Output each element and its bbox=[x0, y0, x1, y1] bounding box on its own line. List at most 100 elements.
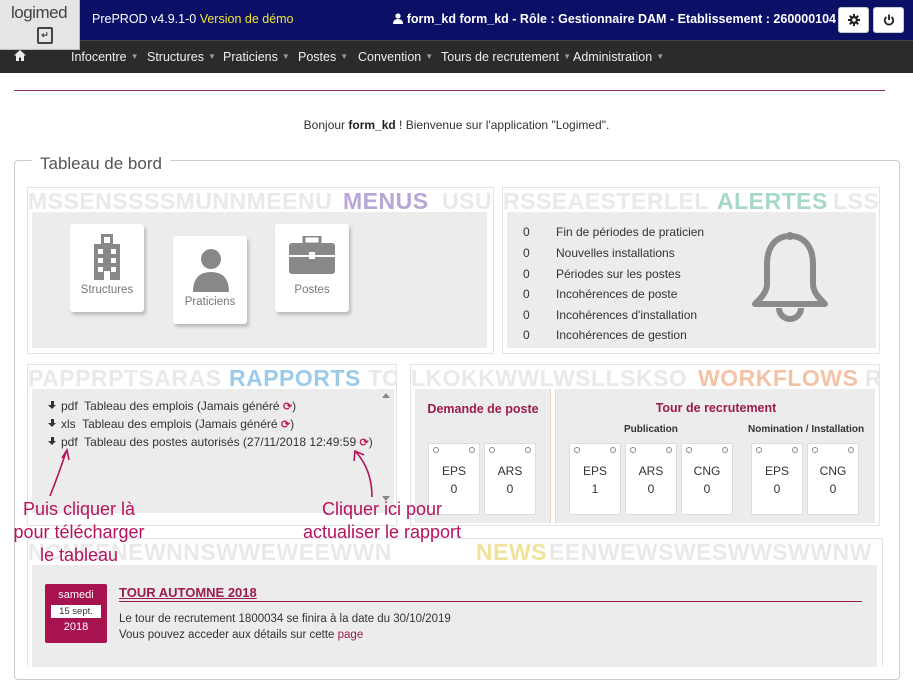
dashboard-title: Tableau de bord bbox=[32, 154, 170, 174]
nav-label: Tours de recrutement bbox=[441, 50, 560, 64]
status-dot bbox=[525, 447, 531, 453]
workflow-box[interactable]: ARS 0 bbox=[625, 443, 677, 515]
alert-count: 0 bbox=[523, 287, 530, 301]
annotation-line: actualiser le rapport bbox=[302, 522, 462, 542]
nav-label: Infocentre bbox=[71, 50, 127, 64]
person-icon bbox=[193, 249, 229, 292]
workflow-box[interactable]: CNG 0 bbox=[681, 443, 733, 515]
nav-label: Convention bbox=[358, 50, 422, 64]
logout-button[interactable] bbox=[873, 7, 904, 33]
menus-inner: Structures Praticiens Postes bbox=[32, 212, 487, 348]
nav-postes[interactable]: Postes ▼ bbox=[298, 50, 348, 64]
scroll-up-icon[interactable] bbox=[382, 393, 390, 398]
alert-label: Incohérences d'installation bbox=[556, 308, 698, 322]
tile-structures[interactable]: Structures bbox=[70, 224, 144, 312]
nav-label: Structures bbox=[147, 50, 204, 64]
refresh-icon[interactable]: ⟳ bbox=[281, 419, 290, 431]
tile-praticiens[interactable]: Praticiens bbox=[173, 236, 247, 324]
version-text: PrePROD v4.9.1-0 bbox=[92, 12, 197, 26]
workflow-value: 0 bbox=[450, 482, 458, 496]
status-dot bbox=[792, 447, 798, 453]
nav-structures[interactable]: Structures ▼ bbox=[147, 50, 216, 64]
demande-title: Demande de poste bbox=[427, 402, 539, 416]
nav-administration[interactable]: Administration ▼ bbox=[573, 50, 664, 64]
annotation-line: le tableau bbox=[39, 545, 119, 565]
news-day: samedi bbox=[58, 589, 94, 601]
workflows-panel: LKOKKWWLWSLLSKSO WORKFLOWS R Demande de … bbox=[410, 364, 880, 526]
report-format[interactable]: pdf bbox=[61, 399, 78, 413]
download-icon[interactable] bbox=[48, 401, 57, 410]
logo-text: logimed bbox=[11, 3, 68, 22]
alert-count: 0 bbox=[523, 225, 530, 239]
workflow-code: ARS bbox=[638, 464, 664, 478]
alert-row[interactable]: 0 Incohérences de poste bbox=[523, 287, 677, 301]
menus-panel: MSSENSSSSMUNNMEENU MENUS USUI Structures… bbox=[27, 187, 494, 354]
nav-convention[interactable]: Convention ▼ bbox=[358, 50, 433, 64]
refresh-icon[interactable]: ⟳ bbox=[359, 437, 368, 449]
report-format[interactable]: xls bbox=[61, 417, 76, 431]
nav-label: Administration bbox=[573, 50, 653, 64]
workflow-value: 0 bbox=[829, 482, 837, 496]
watermark-text: RSSEAESTERLEL bbox=[503, 188, 709, 214]
workflow-value: 0 bbox=[647, 482, 655, 496]
news-label: NEWS bbox=[476, 539, 547, 565]
exit-app-icon: ↵ bbox=[37, 27, 53, 44]
welcome-user: form_kd bbox=[348, 118, 396, 132]
alert-count: 0 bbox=[523, 246, 530, 260]
workflow-value: 1 bbox=[591, 482, 599, 496]
watermark-text: MSSENSSSSMUNNMEENU bbox=[28, 188, 333, 214]
scrollbar[interactable] bbox=[382, 393, 390, 501]
workflow-code: ARS bbox=[497, 464, 523, 478]
news-page-link[interactable]: page bbox=[338, 629, 364, 641]
alert-row[interactable]: 0 Nouvelles installations bbox=[523, 246, 675, 260]
report-item: xls Tableau des emplois (Jamais généré ⟳… bbox=[48, 417, 294, 431]
building-icon bbox=[94, 234, 120, 280]
nav-tours-recrutement[interactable]: Tours de recrutement ▼ bbox=[441, 50, 571, 64]
workflow-box[interactable]: CNG 0 bbox=[807, 443, 859, 515]
menus-watermark: MSSENSSSSMUNNMEENU MENUS USUI bbox=[28, 188, 493, 214]
briefcase-icon bbox=[289, 236, 335, 274]
alert-row[interactable]: 0 Fin de périodes de praticien bbox=[523, 225, 704, 239]
news-title[interactable]: TOUR AUTOMNE 2018 bbox=[119, 585, 862, 602]
watermark-text: USUI bbox=[442, 188, 493, 214]
workflow-box[interactable]: EPS 0 bbox=[751, 443, 803, 515]
status-dot bbox=[666, 447, 672, 453]
workflow-code: EPS bbox=[764, 464, 789, 478]
download-icon[interactable] bbox=[48, 437, 57, 446]
status-dot bbox=[722, 447, 728, 453]
logimed-logo[interactable]: logimed ↵ bbox=[0, 0, 80, 50]
workflow-box[interactable]: ARS 0 bbox=[484, 443, 536, 515]
home-icon[interactable] bbox=[14, 50, 26, 64]
workflows-watermark: LKOKKWWLWSLLSKSO WORKFLOWS R bbox=[411, 365, 879, 391]
nav-infocentre[interactable]: Infocentre ▼ bbox=[71, 50, 139, 64]
caret-down-icon: ▼ bbox=[563, 52, 572, 61]
refresh-icon[interactable]: ⟳ bbox=[283, 401, 292, 413]
caret-down-icon: ▼ bbox=[207, 52, 216, 61]
tour-title: Tour de recrutement bbox=[655, 401, 777, 415]
alert-count: 0 bbox=[523, 328, 530, 342]
workflow-box[interactable]: EPS 1 bbox=[569, 443, 621, 515]
tour-recrutement-section: Tour de recrutement Publication Nominati… bbox=[555, 389, 875, 523]
report-label: Tableau des postes autorisés (27/11/2018… bbox=[84, 435, 357, 449]
alert-label: Périodes sur les postes bbox=[556, 267, 681, 281]
news-line2: Vous pouvez acceder aux détails sur cett… bbox=[119, 629, 363, 641]
alert-row[interactable]: 0 Incohérences de gestion bbox=[523, 328, 687, 342]
status-dot bbox=[610, 447, 616, 453]
tile-postes[interactable]: Postes bbox=[275, 224, 349, 312]
alert-row[interactable]: 0 Périodes sur les postes bbox=[523, 267, 681, 281]
alert-count: 0 bbox=[523, 267, 530, 281]
download-icon[interactable] bbox=[48, 419, 57, 428]
rapports-label: RAPPORTS bbox=[229, 365, 361, 391]
annotation-line: Puis cliquer là bbox=[22, 499, 136, 519]
workflow-code: EPS bbox=[582, 464, 607, 478]
nav-praticiens[interactable]: Praticiens ▼ bbox=[223, 50, 290, 64]
alert-row[interactable]: 0 Incohérences d'installation bbox=[523, 308, 697, 322]
welcome-suffix: ! Bienvenue sur l'application "Logimed". bbox=[395, 118, 610, 132]
report-format[interactable]: pdf bbox=[61, 435, 78, 449]
status-dot bbox=[812, 447, 818, 453]
news-line2-text: Vous pouvez acceder aux détails sur cett… bbox=[119, 629, 338, 641]
rapports-inner: pdf Tableau des emplois (Jamais généré ⟳… bbox=[32, 389, 394, 513]
alert-label: Incohérences de poste bbox=[556, 287, 678, 301]
alert-label: Fin de périodes de praticien bbox=[556, 225, 705, 239]
settings-button[interactable] bbox=[838, 7, 869, 33]
